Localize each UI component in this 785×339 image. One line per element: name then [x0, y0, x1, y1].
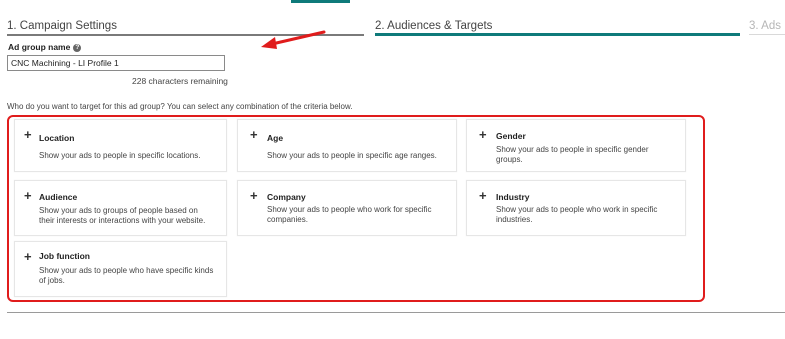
annotation-arrow-icon	[261, 30, 326, 49]
targeting-prompt: Who do you want to target for this ad gr…	[7, 102, 353, 111]
top-active-indicator	[291, 0, 350, 3]
characters-remaining: 228 characters remaining	[132, 76, 228, 86]
step-campaign-settings[interactable]: 1. Campaign Settings	[7, 20, 117, 32]
ad-group-name-label: Ad group name?	[8, 42, 82, 52]
step-3-underline	[749, 34, 785, 35]
step-audiences-targets[interactable]: 2. Audiences & Targets	[375, 20, 492, 32]
step-ads[interactable]: 3. Ads	[749, 20, 781, 32]
ad-group-name-input[interactable]: CNC Machining - LI Profile 1	[7, 55, 225, 71]
step-2-underline	[375, 33, 740, 36]
ad-group-name-label-text: Ad group name	[8, 42, 71, 52]
section-divider	[7, 312, 785, 313]
question-circle-icon[interactable]: ?	[73, 43, 82, 52]
annotation-highlight-box	[7, 115, 705, 302]
